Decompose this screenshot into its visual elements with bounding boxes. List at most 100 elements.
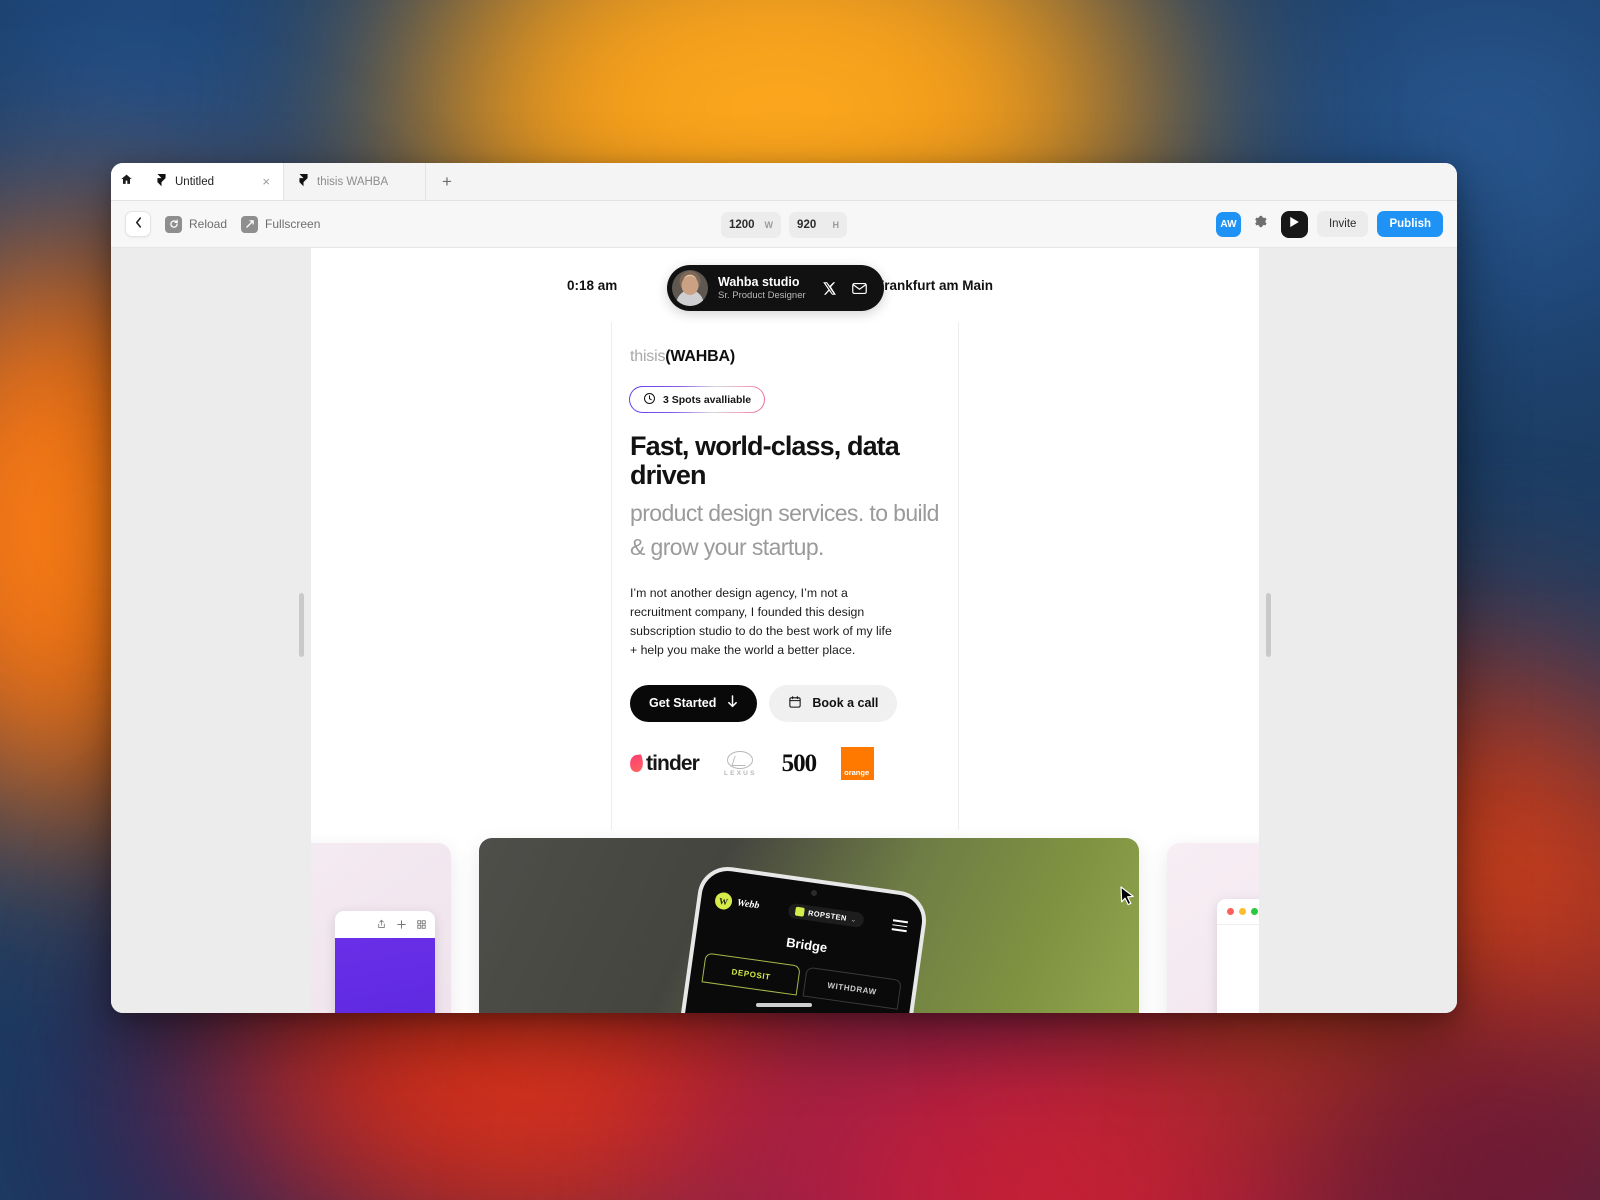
gallery-card-right[interactable] [1167, 843, 1259, 1013]
hero-cta-row: Get Started Book a call [630, 684, 958, 722]
profile-name: Wahba studio [718, 275, 800, 290]
play-icon [1289, 215, 1300, 233]
reload-label: Reload [189, 217, 228, 231]
tab-label: Untitled [175, 175, 214, 188]
publish-button[interactable]: Publish [1377, 211, 1443, 237]
window-maximize-dot-icon [1251, 908, 1258, 915]
arrow-down-icon [727, 695, 738, 711]
network-selector[interactable]: ROPSTEN ⌄ [787, 902, 865, 929]
window-close-dot-icon [1227, 908, 1234, 915]
tab-untitled[interactable]: Untitled × [142, 163, 284, 200]
spots-badge-label: 3 Spots avalliable [663, 393, 752, 406]
book-a-call-label: Book a call [812, 696, 879, 710]
tab-withdraw[interactable]: WITHDRAW [802, 966, 902, 1010]
invite-button[interactable]: Invite [1316, 211, 1369, 237]
hero-body-text: I’m not another design agency, I’m not a… [630, 585, 892, 658]
lexus-logo-label: LEXUS [723, 769, 757, 777]
fullscreen-button[interactable]: Fullscreen [241, 215, 321, 233]
phone-mockup: W Webb ROPSTEN ⌄ Bridge DEPOSIT WITHDRAW [670, 863, 930, 1013]
x-twitter-icon[interactable] [822, 281, 837, 296]
window-minimize-dot-icon [1239, 908, 1246, 915]
resize-handle-bottom[interactable] [756, 1003, 812, 1007]
tinder-logo: tinder [628, 752, 700, 776]
chevron-left-icon [135, 215, 142, 233]
gear-icon [1253, 214, 1268, 234]
get-started-button[interactable]: Get Started [630, 684, 758, 722]
lexus-logo: LEXUS [723, 750, 757, 777]
orange-logo: orange [841, 747, 875, 780]
hero-card: thisis(WAHBA) 3 Spots avalliable Fast, w… [611, 322, 959, 830]
tab-thisis-wahba[interactable]: thisis WAHBA [284, 163, 426, 200]
resize-handle-right[interactable] [1266, 593, 1271, 657]
spots-badge[interactable]: 3 Spots avalliable [629, 386, 765, 413]
desktop-wallpaper: Untitled × thisis WAHBA + Reload Fullscr… [0, 0, 1600, 1200]
toolbar: Reload Fullscreen 1200 W 920 H AW Invite… [111, 201, 1457, 248]
lexus-mark-icon [727, 750, 754, 769]
webb-mark-icon: W [713, 891, 734, 911]
plus-icon [397, 916, 406, 934]
framer-icon [156, 173, 167, 190]
share-icon [377, 916, 386, 934]
hero-subheadline: product design services. to build & grow… [630, 499, 939, 560]
toolbar-right-group: AW Invite Publish [1215, 210, 1443, 238]
hero-headline: Fast, world-class, data driven [630, 431, 900, 490]
site-logo: thisis(WAHBA) [630, 348, 958, 366]
hamburger-menu-icon[interactable] [891, 919, 909, 933]
location-label: Frankfurt am Main [876, 277, 994, 293]
chevron-down-icon: ⌄ [850, 915, 857, 924]
new-tab-button[interactable]: + [426, 163, 468, 200]
tab-close-icon[interactable]: × [262, 175, 270, 188]
toolbar-left-group: Reload Fullscreen [125, 211, 320, 237]
home-button[interactable] [111, 163, 142, 200]
fullscreen-label: Fullscreen [265, 217, 321, 231]
gallery-left-browser-bar [335, 911, 435, 938]
profile-role: Sr. Product Designer [718, 289, 806, 301]
five-hundred-startups-logo: 500 [781, 749, 817, 777]
tinder-flame-icon [628, 754, 645, 773]
height-input[interactable]: 920 H [789, 211, 848, 238]
clock-icon [643, 392, 656, 408]
webb-logo: W Webb [713, 891, 761, 914]
framer-icon [298, 173, 309, 190]
back-button[interactable] [125, 211, 151, 237]
height-value: 920 [797, 218, 817, 231]
resize-handle-left[interactable] [299, 593, 304, 657]
width-value: 1200 [728, 218, 755, 231]
width-input[interactable]: 1200 W [720, 211, 782, 238]
width-unit: W [764, 219, 774, 230]
local-time: 0:18 am [567, 277, 618, 293]
fullscreen-icon [241, 215, 259, 233]
preview-play-button[interactable] [1280, 210, 1308, 238]
profile-text: Wahba studio Sr. Product Designer [718, 275, 806, 301]
mail-icon[interactable] [851, 280, 868, 297]
webb-logo-label: Webb [736, 897, 761, 912]
profile-pill[interactable]: Wahba studio Sr. Product Designer [667, 265, 884, 311]
get-started-label: Get Started [649, 696, 717, 710]
gallery-card-left[interactable]: PROGRESS IN [311, 843, 451, 1013]
canvas: 0:18 am Frankfurt am Main Wahba studio S… [111, 248, 1457, 1013]
tabs-grid-icon [417, 916, 426, 934]
site-logo-hard: (WAHBA) [665, 348, 735, 365]
tab-label: thisis WAHBA [317, 175, 389, 188]
network-label: ROPSTEN [807, 908, 848, 923]
reload-button[interactable]: Reload [165, 215, 228, 233]
client-logo-strip: tinder LEXUS 500 orange [628, 746, 958, 782]
gallery-right-screenshot [1217, 899, 1259, 1013]
book-a-call-button[interactable]: Book a call [769, 684, 898, 722]
site-logo-soft: thisis [630, 348, 666, 365]
avatar[interactable]: AW [1215, 211, 1241, 237]
gallery-strip: PROGRESS IN W Webb [311, 831, 1259, 1013]
gallery-card-middle[interactable]: W Webb ROPSTEN ⌄ Bridge DEPOSIT WITHDRAW [479, 838, 1139, 1013]
reload-icon [165, 215, 182, 233]
calendar-icon [788, 695, 802, 712]
profile-social-links [822, 280, 868, 297]
gallery-left-screenshot: PROGRESS IN [335, 911, 435, 1013]
height-unit: H [832, 219, 840, 230]
profile-avatar-image [672, 270, 708, 306]
tab-bar: Untitled × thisis WAHBA + [111, 163, 1457, 201]
network-icon [794, 906, 805, 917]
settings-button[interactable] [1250, 213, 1272, 235]
site-header: 0:18 am Frankfurt am Main Wahba studio S… [311, 248, 1259, 322]
tab-deposit[interactable]: DEPOSIT [701, 952, 801, 996]
app-window: Untitled × thisis WAHBA + Reload Fullscr… [111, 163, 1457, 1013]
